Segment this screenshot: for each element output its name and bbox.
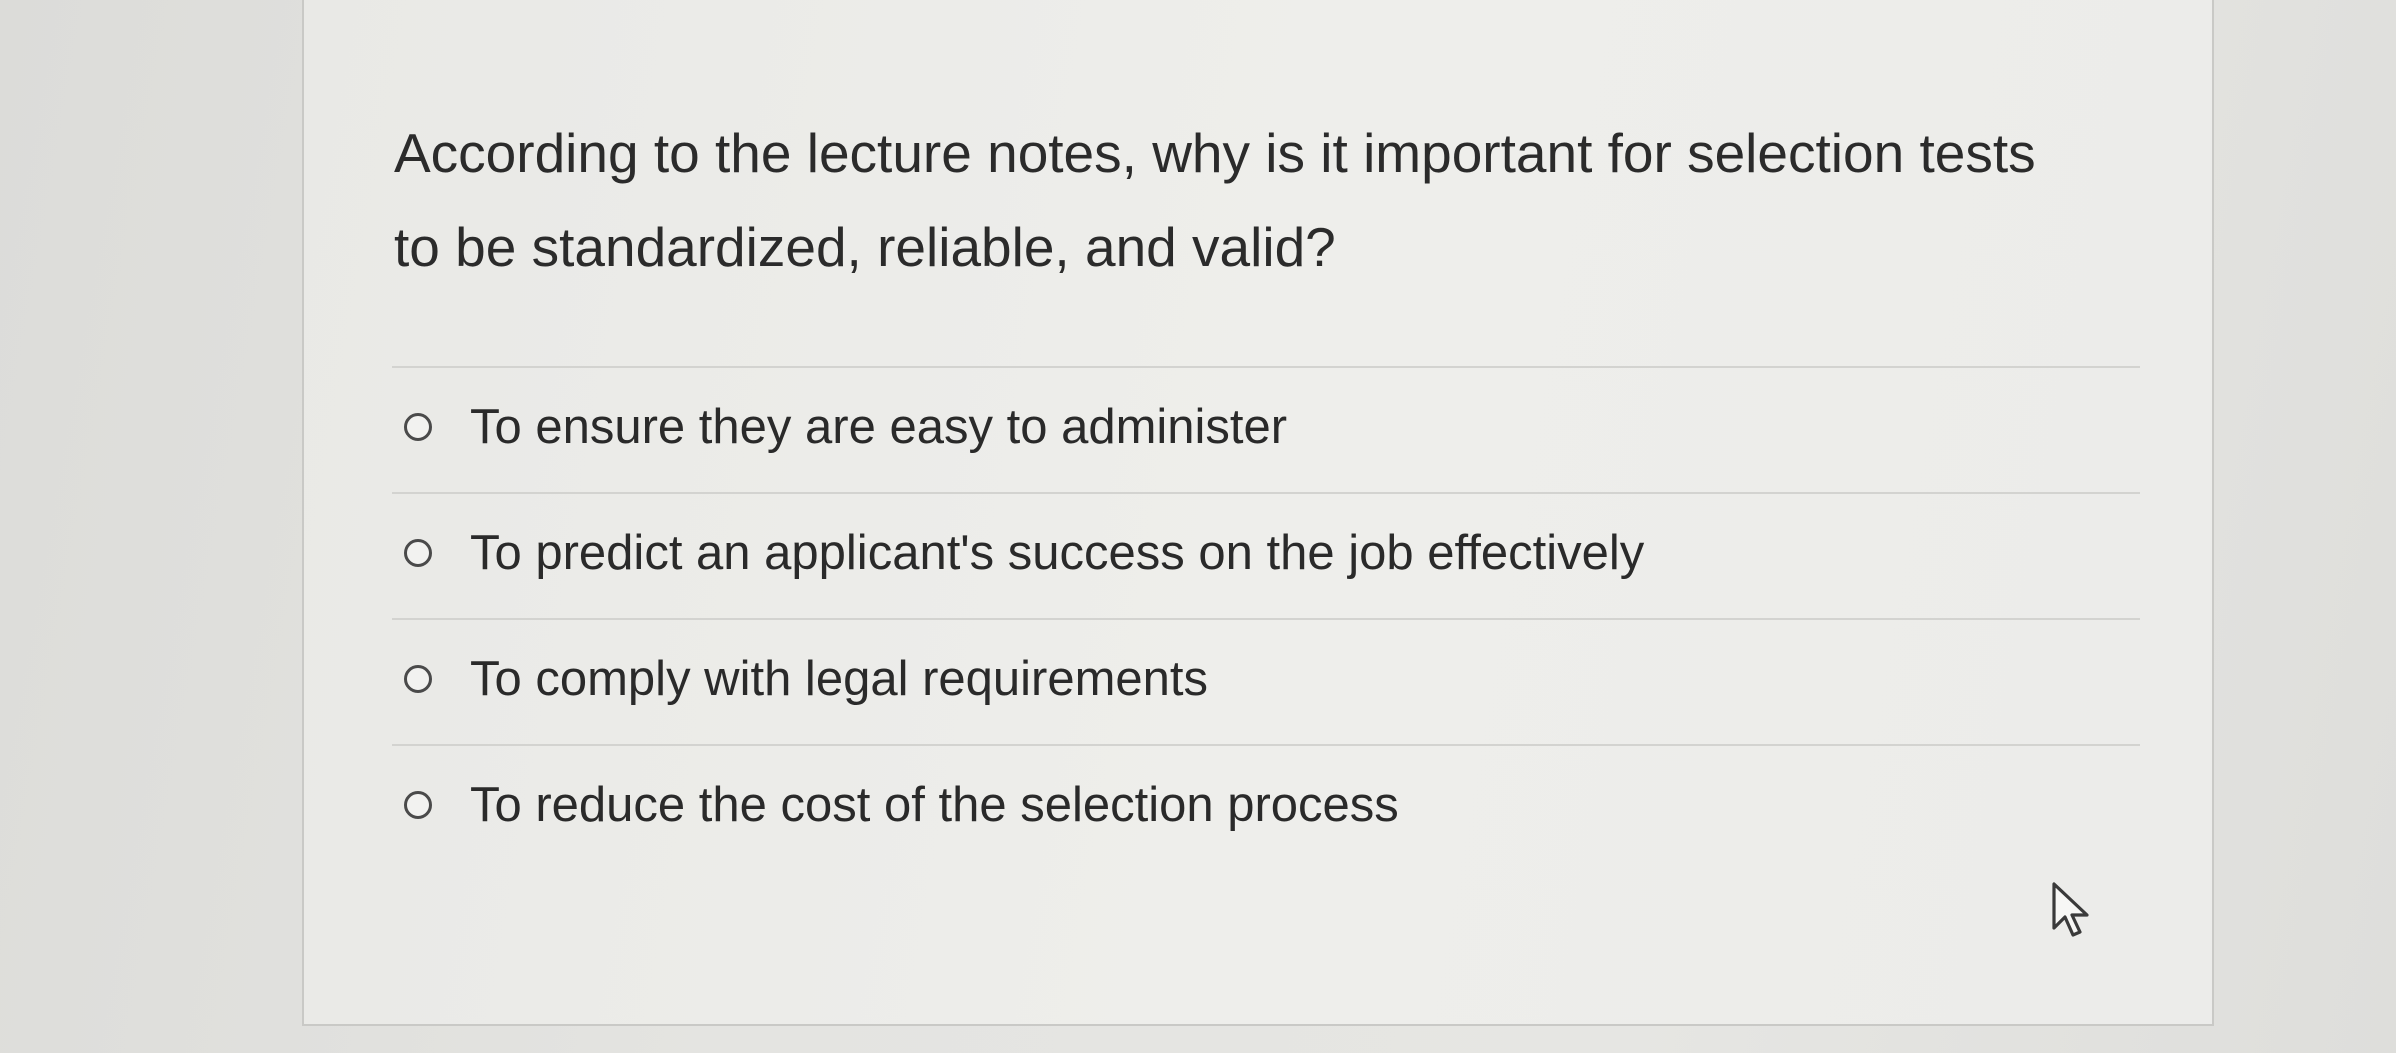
radio-button[interactable] [404,791,432,819]
divider [392,366,2140,368]
question-text: According to the lecture notes, why is i… [394,122,2036,278]
answer-label: To predict an applicant's success on the… [470,526,1645,580]
divider [392,744,2140,746]
radio-button[interactable] [404,413,432,441]
answer-option-2[interactable]: To predict an applicant's success on the… [404,518,1644,588]
answer-option-1[interactable]: To ensure they are easy to administer [404,392,1287,462]
radio-button[interactable] [404,665,432,693]
answer-label: To reduce the cost of the selection proc… [470,778,1399,832]
arrow-pointer-icon [2052,882,2089,937]
divider [392,618,2140,620]
radio-button[interactable] [404,539,432,567]
answer-label: To ensure they are easy to administer [470,400,1288,454]
answer-option-4[interactable]: To reduce the cost of the selection proc… [404,770,1399,840]
answer-option-3[interactable]: To comply with legal requirements [404,644,1208,714]
divider [392,492,2140,494]
answer-label: To comply with legal requirements [470,652,1209,706]
